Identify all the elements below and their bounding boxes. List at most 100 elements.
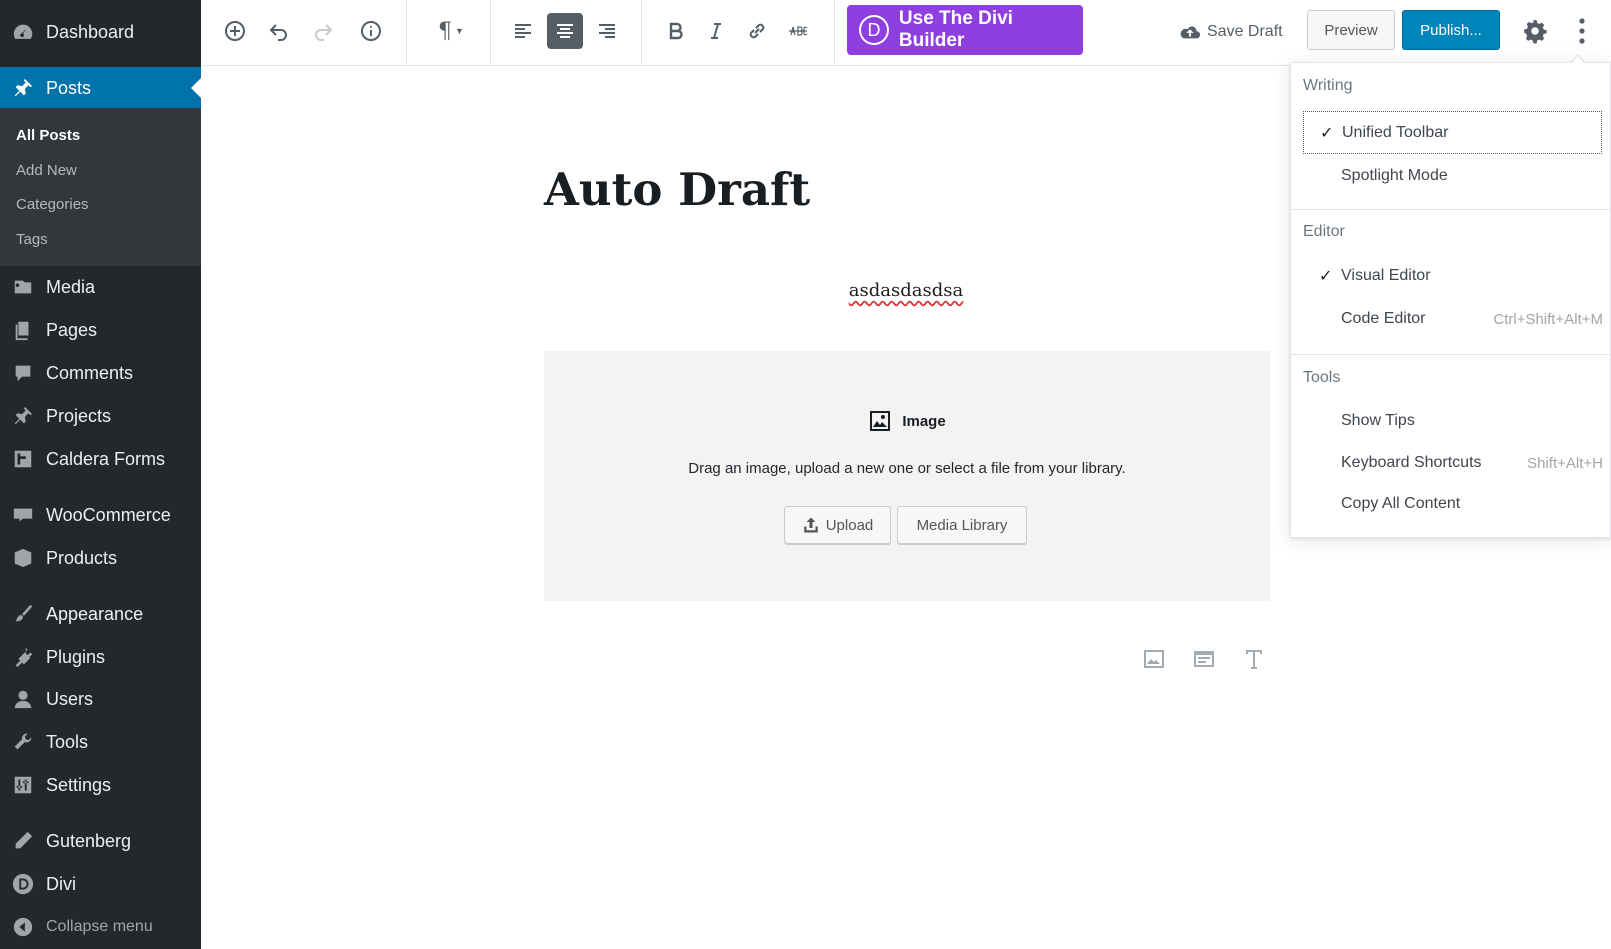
insert-gallery-button[interactable] [1189, 644, 1219, 674]
menu-item-label: Show Tips [1341, 412, 1415, 429]
align-right-button[interactable] [589, 13, 625, 49]
sliders-icon [0, 774, 46, 796]
bold-button[interactable] [658, 13, 694, 49]
info-button[interactable] [353, 13, 389, 49]
chevron-down-icon: ▼ [455, 26, 464, 36]
media-library-button[interactable]: Media Library [897, 506, 1027, 544]
menu-item-show-tips[interactable]: Show Tips [1303, 401, 1593, 441]
dashboard-icon [0, 21, 46, 43]
menu-item-spotlight-mode[interactable]: Spotlight Mode [1303, 156, 1593, 196]
divi-button-label: Use The Divi Builder [898, 8, 1013, 51]
sidebar-item-products[interactable]: Products [0, 537, 201, 579]
image-icon [1144, 650, 1164, 668]
menu-item-keyboard-shortcuts[interactable]: Keyboard Shortcuts Shift+Alt+H [1303, 443, 1603, 483]
menu-item-label: Code Editor [1341, 310, 1426, 327]
menu-item-label: Copy All Content [1341, 495, 1461, 512]
box-icon [0, 547, 46, 569]
woo-icon [0, 504, 46, 526]
media-icon [0, 276, 46, 298]
block-type-switcher[interactable]: ¶ ▼ [429, 13, 473, 49]
sidebar-item-label: Appearance [46, 603, 144, 624]
menu-divider [1291, 209, 1611, 210]
redo-button[interactable] [305, 13, 341, 49]
sidebar-item-plugins[interactable]: Plugins [0, 636, 201, 678]
sidebar-item-label: Media [46, 276, 96, 297]
menu-divider [1291, 354, 1611, 355]
sidebar-item-dashboard[interactable]: Dashboard [0, 11, 201, 53]
submenu-categories[interactable]: Categories [16, 196, 89, 213]
sidebar-item-projects[interactable]: Projects [0, 395, 201, 437]
preview-button[interactable]: Preview [1307, 10, 1395, 50]
comment-icon [0, 362, 46, 384]
sidebar-item-tools[interactable]: Tools [0, 721, 201, 763]
link-button[interactable] [739, 13, 775, 49]
use-divi-builder-button[interactable]: D Use The Divi Builder [847, 5, 1083, 55]
plus-circle-icon [225, 21, 245, 41]
menu-item-code-editor[interactable]: Code Editor Ctrl+Shift+Alt+M [1303, 299, 1603, 339]
align-left-button[interactable] [505, 13, 541, 49]
undo-icon [269, 24, 287, 41]
image-block-placeholder[interactable]: Image Drag an image, upload a new one or… [544, 351, 1270, 601]
submenu-tags[interactable]: Tags [16, 231, 48, 248]
align-left-icon [515, 24, 531, 38]
align-center-button[interactable] [547, 13, 583, 49]
caldera-icon [0, 448, 46, 470]
sidebar-item-label: Plugins [46, 646, 106, 667]
redo-icon [315, 24, 333, 41]
sidebar-item-label: Projects [46, 405, 112, 426]
toolbar-divider [490, 0, 491, 65]
sidebar-item-caldera-forms[interactable]: Caldera Forms [0, 438, 201, 480]
sidebar-item-posts[interactable]: Posts [0, 67, 201, 109]
divi-icon [0, 873, 46, 895]
italic-button[interactable] [698, 13, 734, 49]
publish-button[interactable]: Publish... [1402, 10, 1500, 50]
more-tools-button[interactable] [1567, 13, 1597, 49]
posts-submenu: All Posts Add New Categories Tags [0, 108, 201, 266]
sidebar-item-gutenberg[interactable]: Gutenberg [0, 820, 201, 862]
image-block-label: Image [544, 409, 1270, 433]
add-block-button[interactable] [217, 13, 253, 49]
sidebar-item-settings[interactable]: Settings [0, 764, 201, 806]
settings-button[interactable] [1517, 13, 1553, 49]
brush-icon [0, 603, 46, 625]
sidebar-item-comments[interactable]: Comments [0, 352, 201, 394]
menu-item-label: Spotlight Mode [1341, 167, 1448, 184]
sidebar-item-label: Dashboard [46, 21, 135, 42]
more-tools-menu: Writing ✓ Unified Toolbar Spotlight Mode… [1290, 54, 1611, 538]
insert-image-button[interactable] [1139, 644, 1169, 674]
menu-item-copy-all-content[interactable]: Copy All Content [1303, 484, 1593, 524]
sidebar-item-label: Pages [46, 319, 98, 340]
toolbar-divider [834, 0, 835, 65]
heading-icon [1246, 650, 1262, 669]
post-title[interactable]: Auto Draft [544, 163, 810, 216]
menu-item-visual-editor[interactable]: ✓ Visual Editor [1303, 256, 1593, 296]
link-icon [749, 23, 765, 39]
undo-button[interactable] [261, 13, 297, 49]
upload-button[interactable]: Upload [784, 506, 891, 544]
sidebar-item-media[interactable]: Media [0, 266, 201, 308]
sidebar-item-divi[interactable]: Divi [0, 863, 201, 905]
sidebar-item-pages[interactable]: Pages [0, 309, 201, 351]
submenu-all-posts[interactable]: All Posts [16, 127, 80, 144]
sidebar-item-appearance[interactable]: Appearance [0, 593, 201, 635]
sidebar-item-label: Settings [46, 774, 112, 795]
menu-item-shortcut: Ctrl+Shift+Alt+M [1493, 310, 1603, 328]
pencil-icon [0, 830, 46, 852]
upload-icon [803, 517, 818, 533]
paragraph-block[interactable]: asdasdasdsa [544, 280, 1268, 301]
pages-icon [0, 319, 46, 341]
strikethrough-icon [789, 26, 808, 36]
sidebar-item-users[interactable]: Users [0, 678, 201, 720]
save-draft-button[interactable]: Save Draft [1179, 18, 1283, 46]
insert-heading-button[interactable] [1239, 644, 1269, 674]
strikethrough-button[interactable] [780, 13, 816, 49]
image-instructions: Drag an image, upload a new one or selec… [688, 460, 1126, 477]
submenu-add-new[interactable]: Add New [16, 162, 77, 179]
sidebar-item-woocommerce[interactable]: WooCommerce [0, 494, 201, 536]
collapse-menu-button[interactable]: Collapse menu [0, 906, 201, 948]
menu-item-unified-toolbar[interactable]: ✓ Unified Toolbar [1303, 111, 1602, 154]
save-draft-label: Save Draft [1207, 23, 1283, 40]
image-icon [870, 411, 891, 431]
divi-logo-icon: D [859, 15, 889, 45]
cloud-upload-icon [1180, 26, 1201, 39]
